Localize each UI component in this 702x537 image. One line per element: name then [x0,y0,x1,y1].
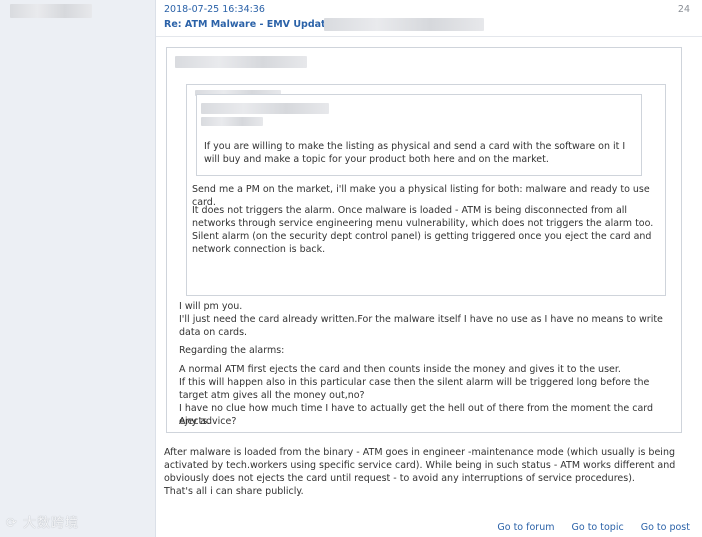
quote-outer-p7: Any advice? [179,416,237,427]
watermark-text: 大数跨境 [23,516,80,531]
quote-middle-p3: Silent alarm (on the security dept contr… [192,231,652,255]
quote-outer: If you are willing to make the listing a… [166,47,682,433]
quote-author-redacted-3 [201,103,329,114]
subject-redacted [324,18,484,31]
watermark-logo: ⟳ 大数跨境 [6,512,79,531]
go-to-post-link[interactable]: Go to post [641,522,690,533]
quote-outer-p1: I will pm you. [179,301,243,312]
post-body: If you are willing to make the listing a… [156,37,702,537]
post-subject-link[interactable]: Re: ATM Malware - EMV Update! [164,19,336,30]
quote-middle: If you are willing to make the listing a… [186,84,666,296]
post-header: 2018-07-25 16:34:36 Re: ATM Malware - EM… [156,0,702,37]
go-to-topic-link[interactable]: Go to topic [572,522,624,533]
post-main: 2018-07-25 16:34:36 Re: ATM Malware - EM… [156,0,702,537]
quote-outer-p5: If this will happen also in this particu… [179,377,650,401]
post-number[interactable]: 24 [678,4,690,15]
quote-outer-p2: I'll just need the card already written.… [179,314,663,338]
reply-p1: After malware is loaded from the binary … [164,447,676,484]
quote-outer-p3: Regarding the alarms: [179,345,285,356]
quote-author-redacted-4 [201,117,263,126]
go-to-forum-link[interactable]: Go to forum [497,522,554,533]
quote-inner: If you are willing to make the listing a… [196,94,642,176]
post-nav-links: Go to forum Go to topic Go to post [483,522,690,533]
username-redacted [10,4,92,18]
quote-author-redacted [175,56,307,68]
watermark-icon: ⟳ [6,516,18,531]
user-sidebar: ⟳ 大数跨境 [0,0,156,537]
reply-p2: That's all i can share publicly. [164,486,304,497]
quote-outer-p4: A normal ATM first ejects the card and t… [179,364,621,375]
post-date: 2018-07-25 16:34:36 [164,4,265,15]
quote-middle-p2: It does not triggers the alarm. Once mal… [192,205,654,229]
quote-inner-text: If you are willing to make the listing a… [204,141,626,165]
